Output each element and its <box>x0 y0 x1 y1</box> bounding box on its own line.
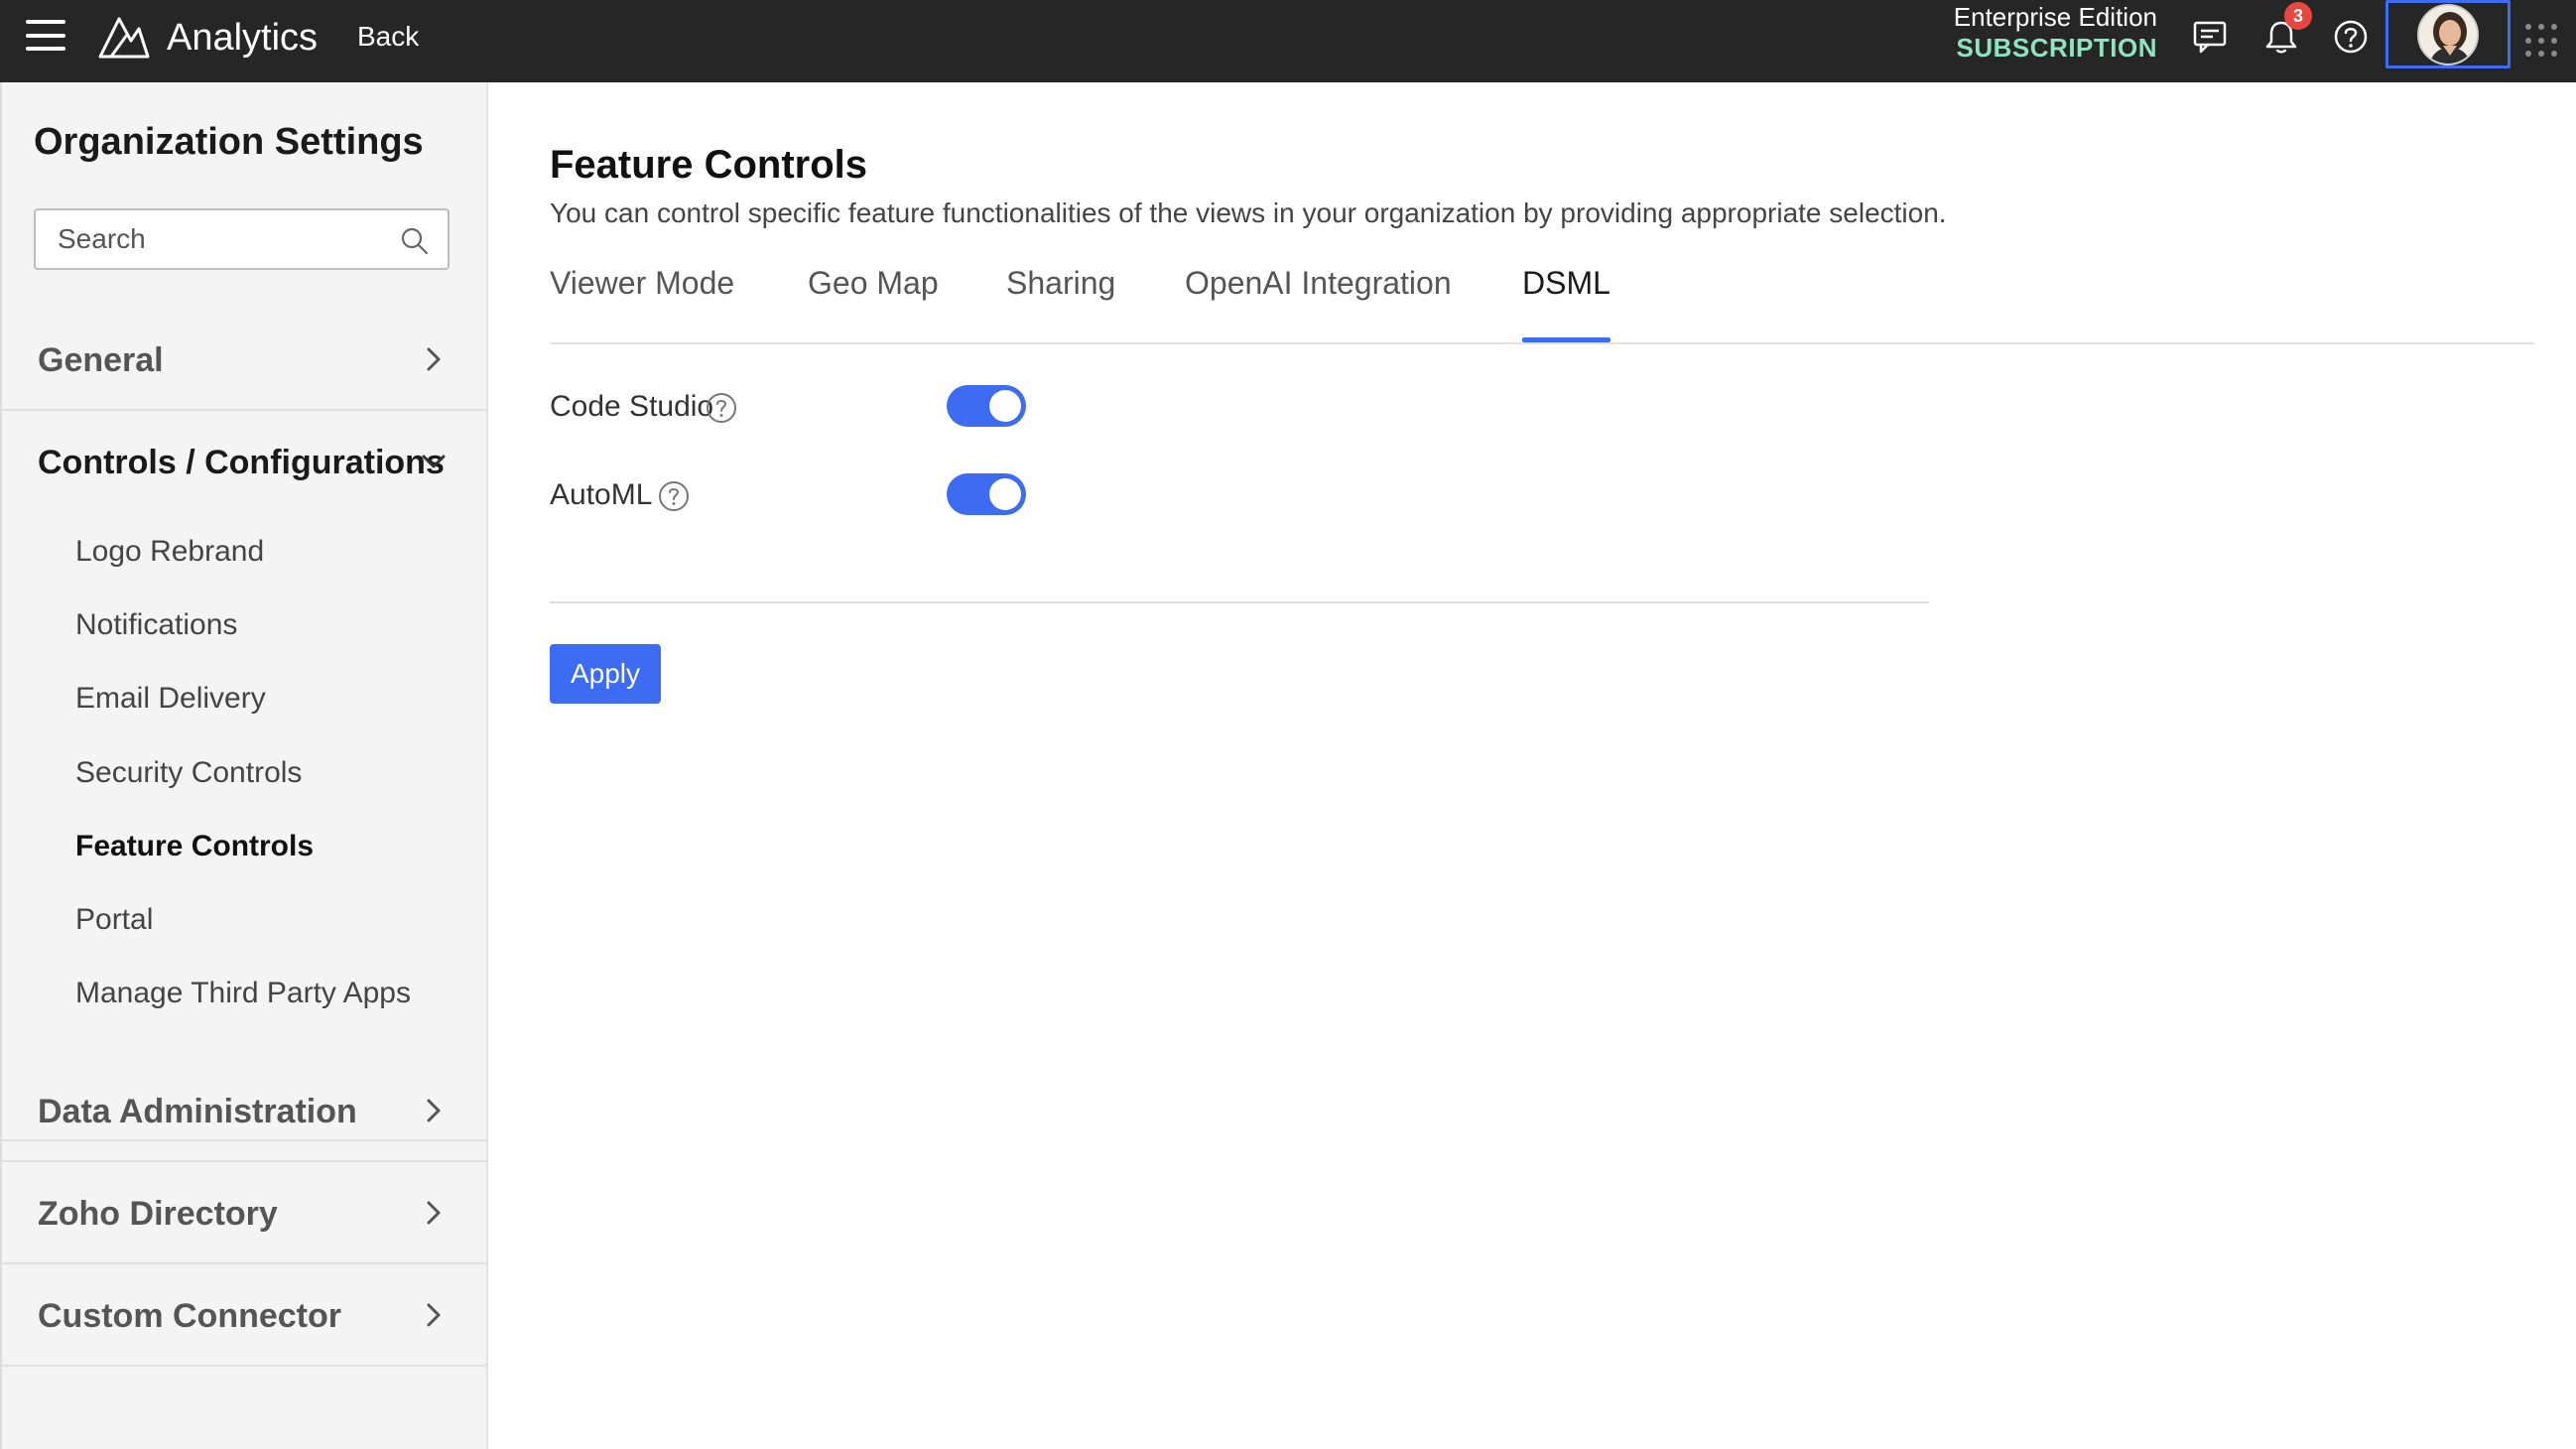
sidebar-item-zoho-directory[interactable]: Zoho Directory <box>2 1162 488 1264</box>
chevron-right-icon <box>427 1201 441 1225</box>
sidebar-item-label: General <box>38 341 164 379</box>
edition-name: Enterprise Edition <box>1953 2 2157 32</box>
settings-sidebar: Organization Settings General Controls /… <box>0 82 488 1449</box>
app-switcher-icon[interactable] <box>2525 24 2559 58</box>
tab-sharing[interactable]: Sharing <box>1006 261 1115 342</box>
app-name: Analytics <box>167 17 319 59</box>
top-bar: Analytics Back Enterprise Edition SUBSCR… <box>0 0 2576 82</box>
question-mark-icon[interactable] <box>657 479 691 513</box>
sidebar-item-label: Controls / Configurations <box>38 444 445 481</box>
chevron-down-icon <box>422 455 446 468</box>
setting-row-automl: AutoML <box>550 471 1244 521</box>
sidebar-item-label: Custom Connector <box>38 1297 341 1335</box>
search-icon[interactable] <box>400 226 430 256</box>
sidebar-item-label: Data Administration <box>38 1093 357 1130</box>
help-icon[interactable] <box>2332 18 2370 56</box>
sidebar-subitem-email-delivery[interactable]: Email Delivery <box>75 681 266 717</box>
toggle-knob <box>989 390 1021 422</box>
sidebar-subitem-feature-controls[interactable]: Feature Controls <box>75 829 314 864</box>
hamburger-menu-icon[interactable] <box>26 20 65 51</box>
toggle-knob <box>989 478 1021 510</box>
chevron-right-icon <box>427 347 441 371</box>
tabs-divider <box>550 342 2534 344</box>
back-link[interactable]: Back <box>357 20 419 54</box>
sidebar-subitem-security-controls[interactable]: Security Controls <box>75 755 302 791</box>
feature-tabs: Viewer Mode Geo Map Sharing OpenAI Integ… <box>550 261 2534 344</box>
page-description: You can control specific feature functio… <box>550 198 1947 228</box>
sidebar-subitem-manage-third-party-apps[interactable]: Manage Third Party Apps <box>75 976 411 1011</box>
automl-label: AutoML <box>550 478 653 511</box>
user-portrait-icon <box>2419 5 2477 64</box>
search-input[interactable] <box>56 220 393 258</box>
edition-info: Enterprise Edition SUBSCRIPTION <box>1954 2 2157 64</box>
sidebar-item-custom-connector[interactable]: Custom Connector <box>2 1264 488 1367</box>
sidebar-subitem-logo-rebrand[interactable]: Logo Rebrand <box>75 534 264 570</box>
code-studio-toggle[interactable] <box>947 385 1026 427</box>
tab-dsml[interactable]: DSML <box>1522 261 1610 342</box>
code-studio-label: Code Studio <box>550 390 714 423</box>
user-avatar-button[interactable] <box>2385 0 2511 68</box>
question-mark-icon[interactable] <box>705 391 738 425</box>
avatar <box>2417 3 2479 66</box>
page-title: Feature Controls <box>550 143 868 187</box>
sidebar-subitem-portal[interactable]: Portal <box>75 902 153 938</box>
automl-toggle[interactable] <box>947 473 1026 515</box>
search-box <box>34 208 450 270</box>
sidebar-subitem-notifications[interactable]: Notifications <box>75 607 237 643</box>
section-divider <box>550 601 1929 603</box>
setting-row-code-studio: Code Studio <box>550 383 1244 433</box>
sidebar-item-general[interactable]: General <box>2 309 488 411</box>
tab-geo-map[interactable]: Geo Map <box>808 261 939 342</box>
notification-badge: 3 <box>2284 2 2312 30</box>
apply-button[interactable]: Apply <box>550 644 661 704</box>
chevron-right-icon <box>427 1099 441 1122</box>
sidebar-item-label: Zoho Directory <box>38 1195 278 1233</box>
subscription-link[interactable]: SUBSCRIPTION <box>1954 32 2157 64</box>
tab-viewer-mode[interactable]: Viewer Mode <box>550 261 734 342</box>
sidebar-item-data-administration[interactable]: Data Administration <box>2 1060 488 1162</box>
main-content: Feature Controls You can control specifi… <box>490 82 2576 1449</box>
chevron-right-icon <box>427 1303 441 1327</box>
sidebar-title: Organization Settings <box>34 121 424 163</box>
chat-feedback-icon[interactable] <box>2191 18 2229 56</box>
analytics-logo-icon <box>98 17 150 59</box>
tab-openai-integration[interactable]: OpenAI Integration <box>1185 261 1452 342</box>
